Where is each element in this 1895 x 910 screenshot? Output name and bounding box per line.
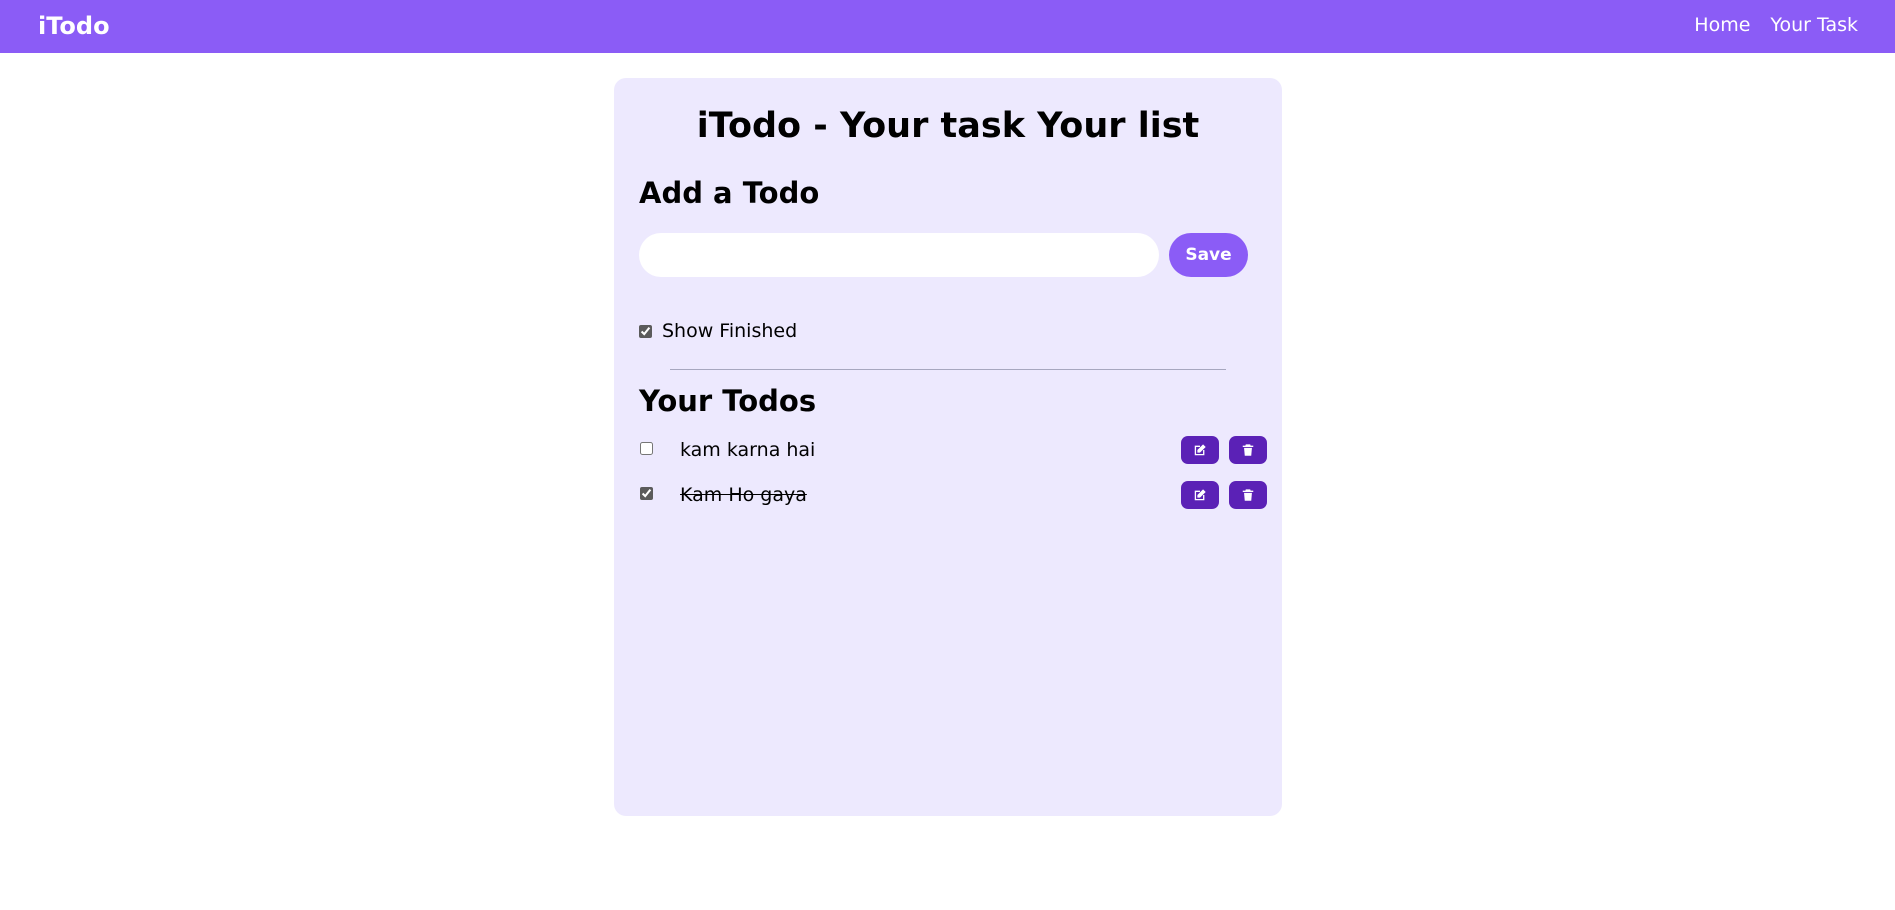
todo-card: iTodo - Your task Your list Add a Todo S…	[614, 78, 1282, 816]
delete-todo-button[interactable]	[1229, 436, 1267, 464]
brand-logo[interactable]: iTodo	[38, 12, 110, 40]
save-button[interactable]: Save	[1169, 233, 1248, 277]
trash-icon	[1242, 489, 1254, 501]
nav-link-home[interactable]: Home	[1694, 13, 1750, 37]
nav-links: Home Your Task	[1694, 13, 1858, 37]
todo-item: kam karna hai	[639, 435, 1267, 464]
edit-icon	[1194, 444, 1206, 456]
page-title: iTodo - Your task Your list	[696, 106, 1200, 146]
todo-complete-checkbox[interactable]	[640, 487, 653, 500]
your-todos-heading: Your Todos	[639, 384, 817, 418]
edit-todo-button[interactable]	[1181, 481, 1219, 509]
delete-todo-button[interactable]	[1229, 481, 1267, 509]
todo-text: kam karna hai	[680, 439, 816, 461]
nav-link-your-task[interactable]: Your Task	[1770, 13, 1858, 37]
divider	[670, 369, 1226, 370]
show-finished-label: Show Finished	[662, 320, 798, 342]
navbar: iTodo Home Your Task	[0, 0, 1895, 53]
show-finished-checkbox[interactable]	[639, 324, 652, 338]
edit-icon	[1194, 489, 1206, 501]
todo-item: Kam Ho gaya	[639, 480, 1267, 509]
show-finished-toggle: Show Finished	[639, 319, 797, 343]
todo-input[interactable]	[639, 233, 1159, 277]
add-todo-heading: Add a Todo	[639, 176, 820, 210]
todo-complete-checkbox[interactable]	[640, 442, 653, 455]
edit-todo-button[interactable]	[1181, 436, 1219, 464]
trash-icon	[1242, 444, 1254, 456]
todo-text: Kam Ho gaya	[680, 484, 807, 506]
